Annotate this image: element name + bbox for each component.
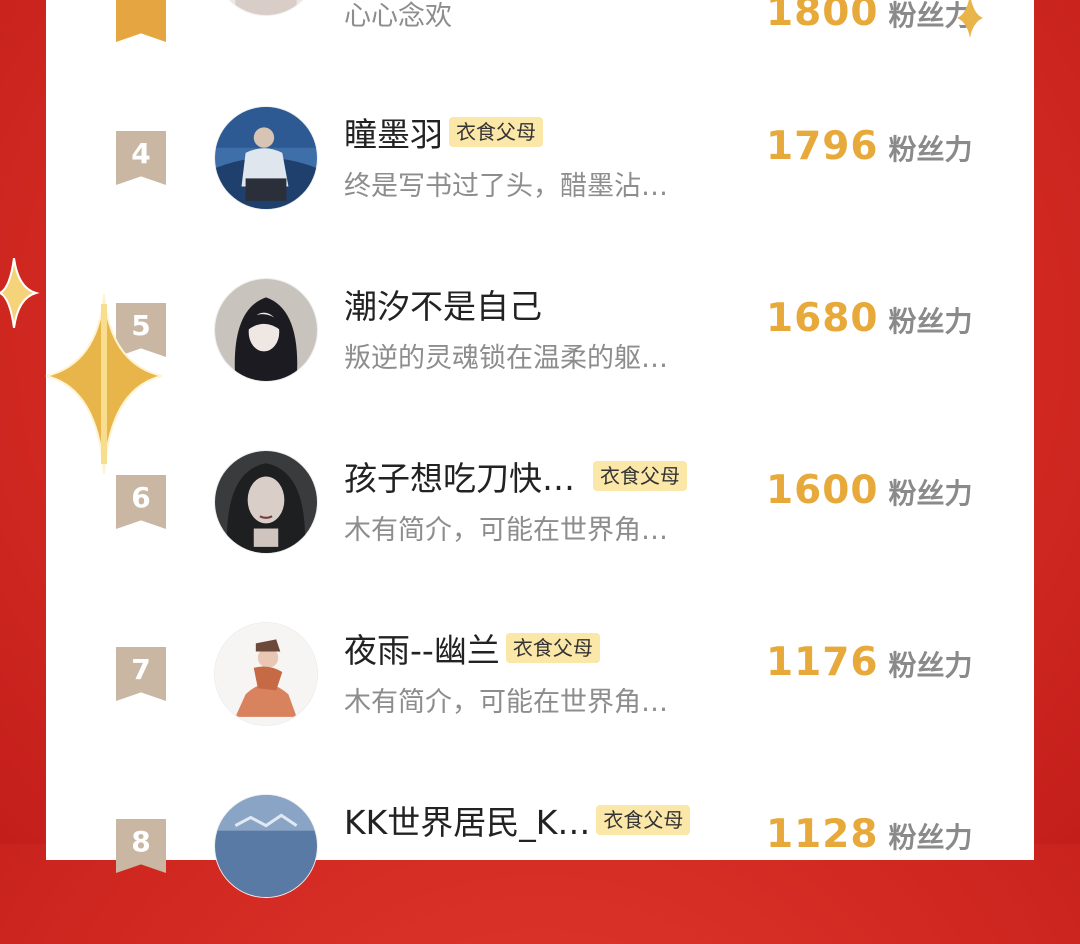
user-name[interactable]: 瞳墨羽 — [344, 108, 443, 156]
user-intro: 木有简介，可能在世界角… — [344, 515, 668, 546]
rank-ribbon: 8 — [116, 819, 166, 873]
name-line: 瞳墨羽 衣食父母 — [344, 110, 543, 154]
patron-badge: 衣食父母 — [596, 805, 691, 835]
avatar-woman-portrait-icon — [215, 451, 317, 553]
fan-power-score: 1600 粉丝力 — [766, 468, 973, 513]
user-intro: 叛逆的灵魂锁在温柔的躯… — [344, 343, 668, 374]
avatar-dark-hair-girl-icon — [215, 279, 317, 381]
avatar[interactable] — [214, 0, 318, 16]
avatar-blue-scene-icon — [215, 795, 317, 897]
ranking-row[interactable]: 5 潮汐不是自己 叛逆的灵魂锁在温柔的躯… 1680 粉丝力 — [46, 256, 1034, 428]
rank-ribbon: 7 — [116, 647, 166, 701]
avatar[interactable] — [214, 278, 318, 382]
name-line: 孩子想吃刀快… 衣食父母 — [344, 454, 687, 498]
avatar[interactable] — [214, 450, 318, 554]
user-name[interactable]: 夜雨--幽兰 — [344, 624, 500, 672]
ranking-row[interactable]: 8 KK世界居民_K… 衣食父母 1128 粉丝力 — [46, 772, 1034, 944]
avatar[interactable] — [214, 794, 318, 898]
fan-power-score: 1128 粉丝力 — [766, 812, 973, 857]
ranking-row[interactable]: 4 瞳墨羽 衣食父母 终是写书过了头，醋墨沾… 1796 粉丝力 — [46, 84, 1034, 256]
fan-power-score: 1680 粉丝力 — [766, 296, 973, 341]
ranking-row-partial[interactable]: 心心念欢 1800 粉丝力 — [46, 0, 1034, 62]
fan-power-score: 1176 粉丝力 — [766, 640, 973, 685]
large-sparkle-icon — [45, 294, 163, 474]
ranking-row[interactable]: 7 夜雨--幽兰 衣食父母 木有简介，可能在世界角… 1176 粉丝力 — [46, 600, 1034, 772]
user-intro: 心心念欢 — [344, 1, 452, 32]
user-name[interactable]: 孩子想吃刀快… — [344, 452, 575, 500]
avatar-man-by-sea-icon — [215, 107, 317, 209]
rank-ribbon: 6 — [116, 475, 166, 529]
patron-badge: 衣食父母 — [505, 633, 600, 663]
ranking-row[interactable]: 6 孩子想吃刀快… 衣食父母 木有简介，可能在世界角… 1600 粉丝力 — [46, 428, 1034, 600]
avatar-illustrated-boy-icon — [215, 0, 317, 15]
rank-ribbon-gold — [116, 0, 166, 42]
patron-badge: 衣食父母 — [593, 461, 687, 491]
name-line: 潮汐不是自己 — [344, 282, 542, 326]
avatar-ancient-figure-icon — [215, 623, 317, 725]
user-name[interactable]: KK世界居民_K… — [344, 796, 590, 844]
fan-power-score: 1796 粉丝力 — [766, 124, 973, 169]
rank-ribbon: 4 — [116, 131, 166, 185]
name-line: 夜雨--幽兰 衣食父母 — [344, 626, 600, 670]
name-line: KK世界居民_K… 衣食父母 — [344, 796, 691, 844]
user-intro: 木有简介，可能在世界角… — [344, 687, 668, 718]
avatar[interactable] — [214, 622, 318, 726]
avatar[interactable] — [214, 106, 318, 210]
user-intro: 终是写书过了头，醋墨沾… — [344, 171, 668, 202]
fan-power-score: 1800 粉丝力 — [766, 0, 973, 35]
user-name[interactable]: 潮汐不是自己 — [344, 280, 542, 328]
patron-badge: 衣食父母 — [449, 117, 543, 147]
sparkle-icon — [0, 258, 40, 328]
sparkle-icon — [957, 0, 983, 38]
